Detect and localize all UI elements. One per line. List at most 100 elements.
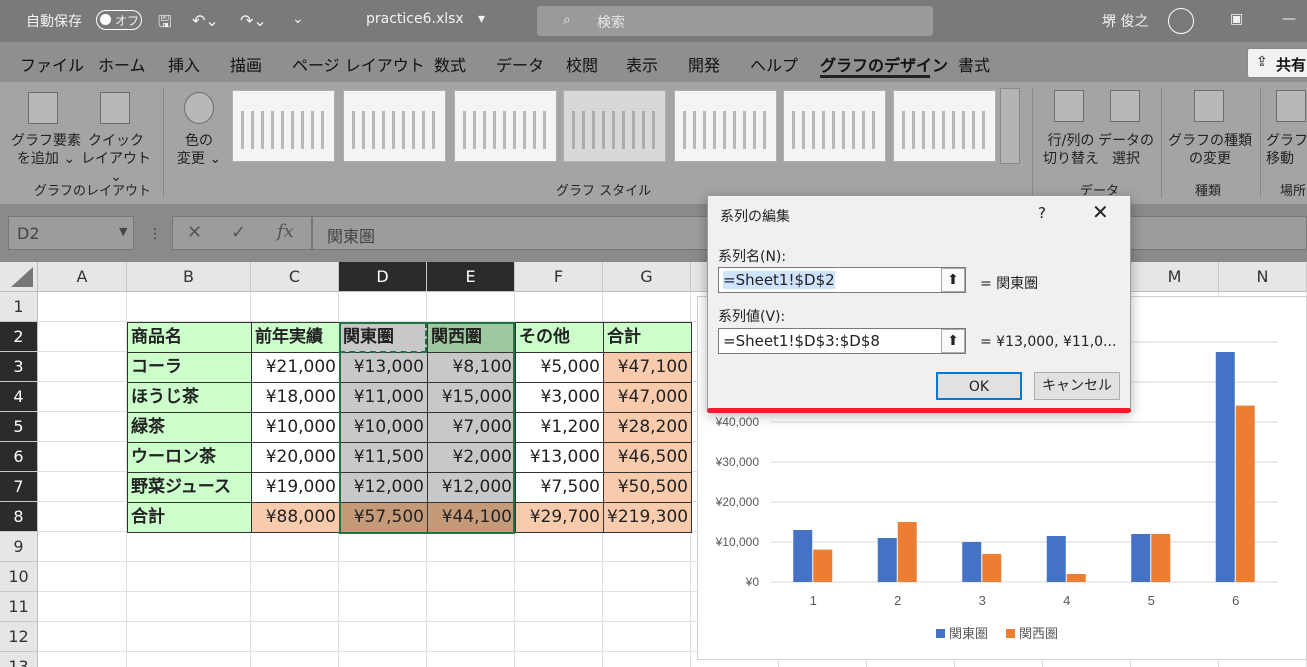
- tab-formulas[interactable]: 数式: [434, 52, 466, 76]
- chart-style-2[interactable]: [343, 90, 446, 162]
- table-cell[interactable]: ¥1,200: [515, 412, 604, 443]
- row-header-11[interactable]: 11: [0, 592, 38, 622]
- ribbon-display-icon[interactable]: ▣: [1230, 11, 1243, 27]
- column-header-f[interactable]: F: [515, 262, 603, 292]
- select-all-corner[interactable]: [0, 262, 38, 292]
- style-gallery-scroll[interactable]: [1000, 88, 1020, 164]
- cancel-icon[interactable]: ✕: [187, 222, 202, 243]
- tab-page-layout[interactable]: ページ レイアウト: [292, 52, 425, 76]
- table-cell[interactable]: ¥7,500: [515, 472, 604, 503]
- row-header-6[interactable]: 6: [0, 442, 38, 472]
- tab-file[interactable]: ファイル: [20, 52, 84, 76]
- search-box[interactable]: ⌕ 検索: [537, 6, 933, 36]
- collapse-dialog-icon[interactable]: ⬆: [941, 268, 965, 292]
- table-cell[interactable]: ¥19,000: [251, 472, 340, 503]
- table-cell[interactable]: ¥47,100: [603, 352, 692, 383]
- table-row-label[interactable]: 野菜ジュース: [127, 472, 252, 503]
- row-header-2[interactable]: 2: [0, 322, 38, 352]
- tab-chart-design[interactable]: グラフのデザイン: [820, 52, 948, 76]
- row-header-5[interactable]: 5: [0, 412, 38, 442]
- chart-style-7[interactable]: [893, 90, 996, 162]
- row-header-13[interactable]: 13: [0, 652, 38, 667]
- quick-layout-button[interactable]: クイック レイアウト ⌄: [78, 132, 154, 186]
- series-name-input[interactable]: =Sheet1!$D$2: [718, 267, 966, 293]
- row-header-1[interactable]: 1: [0, 292, 38, 322]
- column-header-b[interactable]: B: [127, 262, 251, 292]
- change-chart-type-button[interactable]: グラフの種類 の変更: [1166, 132, 1254, 168]
- table-header-cell[interactable]: その他: [515, 322, 604, 353]
- table-cell[interactable]: ¥46,500: [603, 442, 692, 473]
- series-values-input[interactable]: =Sheet1!$D$3:$D$8: [718, 328, 966, 354]
- tab-draw[interactable]: 描画: [230, 52, 262, 76]
- column-header-d[interactable]: D: [339, 262, 427, 292]
- table-cell[interactable]: ¥50,500: [603, 472, 692, 503]
- row-header-10[interactable]: 10: [0, 562, 38, 592]
- add-chart-element-button[interactable]: グラフ要素 を追加 ⌄: [8, 132, 84, 168]
- table-row-label[interactable]: ウーロン茶: [127, 442, 252, 473]
- row-header-7[interactable]: 7: [0, 472, 38, 502]
- insert-function-icon[interactable]: fx: [277, 221, 294, 242]
- table-header-cell[interactable]: 商品名: [127, 322, 252, 353]
- tab-developer[interactable]: 開発: [688, 52, 720, 76]
- table-cell[interactable]: ¥219,300: [603, 502, 692, 533]
- cancel-button[interactable]: キャンセル: [1034, 372, 1120, 400]
- table-cell[interactable]: ¥10,000: [251, 412, 340, 443]
- table-cell[interactable]: ¥3,000: [515, 382, 604, 413]
- chart-style-4[interactable]: [563, 90, 666, 162]
- table-header-cell[interactable]: 合計: [603, 322, 692, 353]
- table-cell[interactable]: ¥13,000: [515, 442, 604, 473]
- chart-style-6[interactable]: [783, 90, 886, 162]
- table-cell[interactable]: ¥28,200: [603, 412, 692, 443]
- table-row-label[interactable]: 緑茶: [127, 412, 252, 443]
- redo-icon[interactable]: ↷⌄: [240, 11, 267, 30]
- customize-qat-icon[interactable]: ⌄: [292, 11, 304, 27]
- share-button[interactable]: ⇪ 共有: [1247, 48, 1307, 78]
- name-box[interactable]: D2 ▼: [8, 216, 134, 250]
- table-cell[interactable]: ¥18,000: [251, 382, 340, 413]
- chart-style-5[interactable]: [674, 90, 777, 162]
- tab-review[interactable]: 校閲: [566, 52, 598, 76]
- table-row-label[interactable]: ほうじ茶: [127, 382, 252, 413]
- column-header-n[interactable]: N: [1219, 262, 1307, 292]
- save-icon[interactable]: 🖫: [158, 11, 172, 38]
- tab-home[interactable]: ホーム: [98, 52, 146, 76]
- ok-button[interactable]: OK: [936, 372, 1022, 400]
- row-header-8[interactable]: 8: [0, 502, 38, 532]
- column-header-a[interactable]: A: [38, 262, 127, 292]
- undo-icon[interactable]: ↶⌄: [192, 11, 219, 30]
- table-cell[interactable]: ¥88,000: [251, 502, 340, 533]
- chart-style-3[interactable]: [454, 90, 557, 162]
- table-cell[interactable]: ¥21,000: [251, 352, 340, 383]
- minimize-icon[interactable]: —: [1282, 11, 1296, 27]
- move-chart-button[interactable]: グラフの 移動: [1266, 132, 1307, 168]
- row-header-12[interactable]: 12: [0, 622, 38, 652]
- row-header-3[interactable]: 3: [0, 352, 38, 382]
- column-header-e[interactable]: E: [427, 262, 515, 292]
- column-header-g[interactable]: G: [603, 262, 691, 292]
- autosave-toggle[interactable]: オフ: [96, 10, 142, 30]
- chevron-down-icon[interactable]: ▾: [478, 11, 485, 27]
- close-icon[interactable]: ✕: [1092, 200, 1109, 224]
- select-data-button[interactable]: データの 選択: [1096, 132, 1156, 168]
- tab-insert[interactable]: 挿入: [168, 52, 200, 76]
- table-row-label[interactable]: 合計: [127, 502, 252, 533]
- table-cell[interactable]: ¥20,000: [251, 442, 340, 473]
- table-header-cell[interactable]: 前年実績: [251, 322, 340, 353]
- tab-data[interactable]: データ: [496, 52, 544, 76]
- collapse-dialog-icon[interactable]: ⬆: [941, 329, 965, 353]
- switch-row-column-button[interactable]: 行/列の 切り替え: [1038, 132, 1104, 168]
- tab-view[interactable]: 表示: [626, 52, 658, 76]
- table-cell[interactable]: ¥47,000: [603, 382, 692, 413]
- row-header-4[interactable]: 4: [0, 382, 38, 412]
- column-header-c[interactable]: C: [251, 262, 339, 292]
- tab-help[interactable]: ヘルプ: [750, 52, 798, 76]
- avatar[interactable]: [1168, 8, 1194, 34]
- table-row-label[interactable]: コーラ: [127, 352, 252, 383]
- table-cell[interactable]: ¥29,700: [515, 502, 604, 533]
- table-cell[interactable]: ¥5,000: [515, 352, 604, 383]
- row-header-9[interactable]: 9: [0, 532, 38, 562]
- change-colors-button[interactable]: 色の 変更 ⌄: [168, 132, 230, 168]
- chart-style-1[interactable]: [232, 90, 335, 162]
- enter-icon[interactable]: ✓: [231, 222, 246, 243]
- help-icon[interactable]: ?: [1038, 204, 1046, 222]
